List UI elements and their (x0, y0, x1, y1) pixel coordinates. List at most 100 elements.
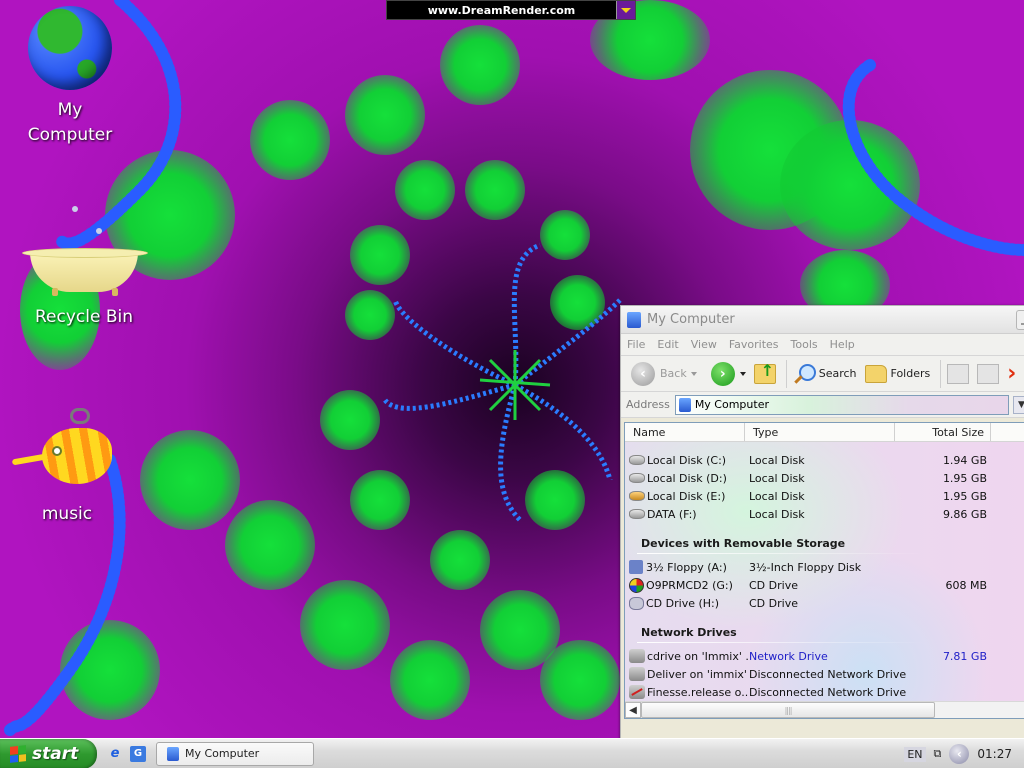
item-type: CD Drive (749, 578, 798, 592)
shared-drive-icon (629, 491, 645, 501)
menu-favorites[interactable]: Favorites (729, 338, 779, 351)
up-folder-icon (753, 361, 776, 384)
folders-button[interactable]: Folders (864, 364, 931, 383)
taskbar-button-label: My Computer (185, 747, 260, 760)
toolbar-separator (785, 359, 787, 388)
scroll-thumb[interactable]: |||| (641, 702, 935, 718)
water-drop (72, 206, 78, 212)
up-folder-button[interactable] (753, 361, 776, 384)
toolbar: ‹ Back › Search Folders › (621, 356, 1024, 392)
list-item[interactable]: Finesse.release o... Disconnected Networ… (625, 683, 1024, 701)
dreamrender-bar: www.DreamRender.com (386, 0, 636, 20)
item-size: 9.86 GB (942, 507, 987, 521)
list-item[interactable]: 3½ Floppy (A:) 3½-Inch Floppy Disk (625, 558, 1024, 576)
list-item[interactable]: DATA (F:) Local Disk 9.86 GB (625, 505, 1024, 523)
menu-view[interactable]: View (691, 338, 717, 351)
menu-file[interactable]: File (627, 338, 645, 351)
item-type: Local Disk (749, 471, 805, 485)
column-headers: Name Type Total Size (625, 423, 1024, 442)
dreamrender-dropdown-button[interactable] (616, 1, 635, 19)
bathtub-icon (20, 200, 148, 296)
address-field[interactable]: My Computer (674, 394, 1009, 415)
folders-label: Folders (890, 367, 931, 380)
back-dropdown-icon[interactable] (690, 371, 697, 376)
back-button[interactable]: ‹ Back (631, 361, 697, 386)
wallpaper-ribbon (392, 299, 517, 388)
floppy-icon (629, 560, 643, 574)
item-name: Local Disk (D:) (647, 471, 727, 485)
start-button[interactable]: start (0, 738, 97, 768)
desktop-icon-label: music (41, 504, 93, 524)
column-header-type[interactable]: Type (745, 423, 895, 441)
list-item[interactable]: Local Disk (C:) Local Disk 1.94 GB (625, 451, 1024, 469)
fish-icon (11, 408, 122, 498)
desktop-icon-label: Recycle Bin (34, 307, 133, 327)
list-item[interactable]: O9PRMCD2 (G:) CD Drive 608 MB (625, 576, 1024, 594)
language-indicator[interactable]: EN (904, 746, 926, 762)
menu-help[interactable]: Help (830, 338, 855, 351)
move-to-icon[interactable] (947, 363, 970, 384)
item-type: CD Drive (749, 596, 798, 610)
show-hidden-icons-button[interactable]: ‹ (949, 744, 970, 764)
window-title: My Computer (647, 312, 735, 327)
tub-foot (112, 288, 118, 296)
column-header-total-size[interactable]: Total Size (895, 423, 991, 441)
folders-icon (864, 364, 887, 383)
address-dropdown-button[interactable]: ▼ (1013, 395, 1024, 414)
desktop-icon-music[interactable]: music (11, 408, 122, 527)
forward-button[interactable]: › (710, 361, 746, 386)
scroll-left-button[interactable]: ◀ (625, 702, 641, 718)
list-item[interactable]: Local Disk (E:) Local Disk 1.95 GB (625, 487, 1024, 505)
column-header-name[interactable]: Name (625, 423, 745, 441)
desktop-icon-my-computer[interactable]: My Computer (20, 6, 120, 148)
quick-launch: e G (107, 745, 153, 762)
desktop-icon-recycle-bin[interactable]: Recycle Bin (18, 200, 150, 330)
forward-arrow-icon: › (710, 361, 735, 386)
windup-key (70, 408, 90, 424)
drive-list: Name Type Total Size Local Disk (C:) Loc… (624, 422, 1024, 719)
item-size: 7.81 GB (942, 649, 987, 663)
item-size: 1.95 GB (942, 489, 987, 503)
window-titlebar[interactable]: My Computer (621, 306, 1024, 334)
item-name: Local Disk (C:) (647, 453, 727, 467)
forward-dropdown-icon[interactable] (739, 371, 746, 376)
wallpaper-ribbon (498, 384, 522, 522)
search-button[interactable]: Search (793, 363, 857, 385)
wallpaper-star (479, 350, 551, 420)
cd-drive-icon (629, 596, 644, 610)
address-bar: Address My Computer ▼ (621, 392, 1024, 418)
item-name: 3½ Floppy (A:) (646, 560, 727, 574)
tub-rim (22, 248, 148, 258)
group-heading-network: Network Drives (625, 612, 1024, 643)
item-name: Deliver on 'immix' ... (647, 667, 749, 681)
list-item[interactable]: Deliver on 'immix' ... Disconnected Netw… (625, 665, 1024, 683)
explorer-window: My Computer File Edit View Favorites Too… (620, 305, 1024, 739)
list-item[interactable]: cdrive on 'Immix' ... Network Drive 7.81… (625, 647, 1024, 665)
language-bar-restore-icon[interactable]: ⧉ (934, 747, 942, 761)
delete-icon[interactable]: › (1007, 361, 1016, 386)
item-type: Local Disk (749, 453, 805, 467)
minimize-button[interactable] (1016, 310, 1024, 330)
show-desktop-icon[interactable]: G (130, 745, 146, 762)
internet-explorer-icon[interactable]: e (107, 746, 123, 762)
tub-foot (52, 288, 58, 296)
item-size: 608 MB (945, 578, 987, 592)
wallpaper-ribbon (513, 298, 622, 387)
horizontal-scrollbar[interactable]: ◀ |||| (625, 701, 1024, 718)
list-item[interactable]: CD Drive (H:) CD Drive (625, 594, 1024, 612)
list-item[interactable]: Local Disk (D:) Local Disk 1.95 GB (625, 469, 1024, 487)
toolbar-separator (940, 359, 942, 388)
dreamrender-link[interactable]: www.DreamRender.com (387, 4, 616, 17)
search-label: Search (818, 367, 857, 380)
computer-icon (678, 397, 691, 412)
water-drop (96, 228, 102, 234)
fish-eye (52, 446, 62, 456)
fish-body (42, 428, 112, 484)
copy-to-icon[interactable] (977, 363, 1000, 384)
computer-icon (627, 311, 641, 328)
system-tray: EN ⧉ ‹ 01:27 (904, 739, 1024, 768)
menu-edit[interactable]: Edit (657, 338, 678, 351)
menu-tools[interactable]: Tools (791, 338, 818, 351)
taskbar-button-my-computer[interactable]: My Computer (156, 741, 314, 766)
